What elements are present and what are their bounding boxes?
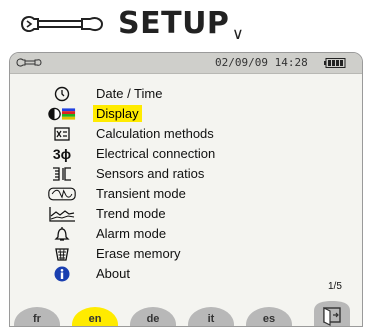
menu-item-label: Sensors and ratios — [96, 166, 205, 181]
sensor-icon — [48, 165, 76, 183]
menu-item-transient-mode[interactable]: Transient mode — [10, 184, 362, 204]
tab-language-en[interactable]: en — [72, 307, 118, 326]
menu-item-label: Calculation methods — [96, 126, 214, 141]
menu-item-erase-memory[interactable]: Erase memory — [10, 244, 362, 264]
status-datetime: 02/09/09 14:28 — [215, 56, 308, 69]
language-tabs: fr en de it es — [10, 307, 362, 326]
transient-icon — [48, 185, 76, 203]
menu-item-alarm-mode[interactable]: Alarm mode — [10, 224, 362, 244]
trash-icon — [48, 245, 76, 263]
menu-item-calculation-methods[interactable]: Calculation methods — [10, 124, 362, 144]
menu-item-label: Trend mode — [96, 206, 166, 221]
status-bar: 02/09/09 14:28 — [10, 53, 362, 74]
tab-language-fr[interactable]: fr — [14, 307, 60, 326]
exit-icon[interactable] — [312, 299, 352, 327]
wrench-icon — [20, 15, 104, 33]
tab-language-es[interactable]: es — [246, 307, 292, 326]
page-title: SETUP — [118, 6, 230, 41]
menu-item-label: Date / Time — [96, 86, 163, 101]
menu-item-date-time[interactable]: Date / Time — [10, 84, 362, 104]
menu-item-electrical-connection[interactable]: 3ϕ Electrical connection — [10, 144, 362, 164]
clock-icon — [48, 85, 76, 103]
trend-icon — [48, 205, 76, 223]
tab-language-de[interactable]: de — [130, 307, 176, 326]
wrench-icon — [16, 58, 42, 67]
menu-item-sensors-and-ratios[interactable]: Sensors and ratios — [10, 164, 362, 184]
bell-icon — [48, 225, 76, 243]
three-phase-icon: 3ϕ — [52, 146, 72, 162]
info-icon — [48, 265, 76, 283]
chevron-down-icon: ∨ — [232, 26, 244, 43]
menu-item-label: Transient mode — [96, 186, 186, 201]
menu-item-display[interactable]: Display — [10, 104, 362, 124]
device-screen: 02/09/09 14:28 Date / Time Display Calcu… — [9, 52, 363, 327]
menu-item-label: About — [96, 266, 130, 281]
display-contrast-icon — [48, 105, 76, 123]
menu-item-label: Erase memory — [96, 246, 181, 261]
setup-header: SETUP ∨ — [0, 0, 367, 44]
menu-item-label: Display — [93, 105, 142, 122]
calculation-icon — [48, 125, 76, 143]
menu-item-about[interactable]: About — [10, 264, 362, 284]
menu-item-label: Alarm mode — [96, 226, 167, 241]
tab-language-it[interactable]: it — [188, 307, 234, 326]
page-indicator: 1/5 — [328, 281, 342, 292]
menu-item-label: Electrical connection — [96, 146, 216, 161]
menu-item-trend-mode[interactable]: Trend mode — [10, 204, 362, 224]
battery-icon — [324, 58, 346, 68]
